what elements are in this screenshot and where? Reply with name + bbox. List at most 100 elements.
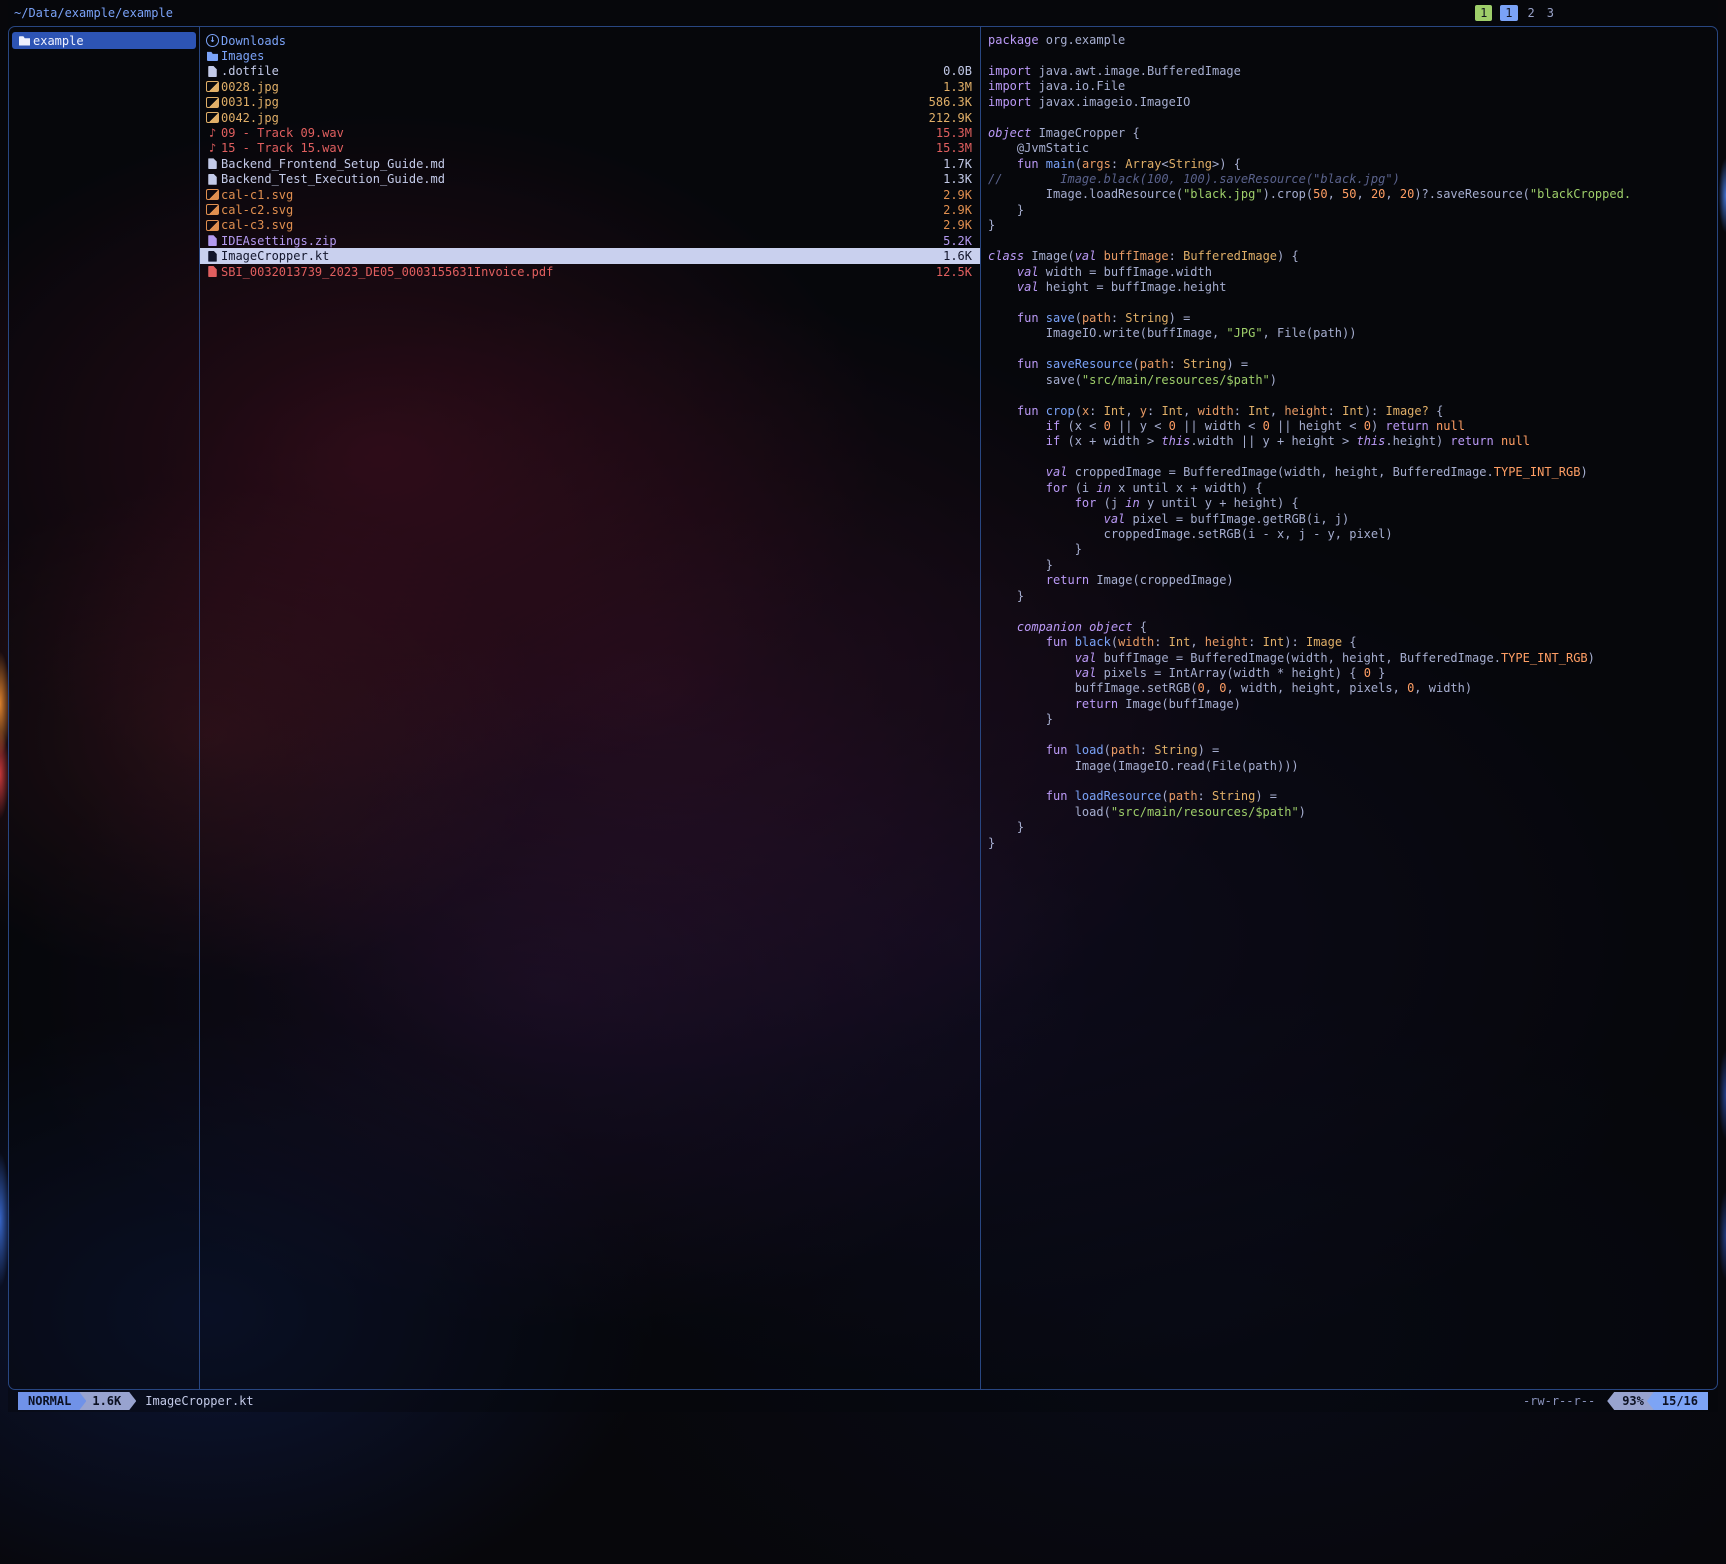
file-name: cal-c2.svg (221, 203, 293, 217)
code-line: croppedImage.setRGB(i - x, j - y, pixel) (988, 527, 1717, 542)
tab-1[interactable]: 1 (1475, 5, 1492, 21)
code-line: companion object { (988, 620, 1717, 635)
code-line (988, 728, 1717, 743)
code-line: import java.awt.image.BufferedImage (988, 64, 1717, 79)
status-bar: NORMAL 1.6K ImageCropper.kt -rw-r--r-- 9… (8, 1390, 1718, 1412)
file-size: 1.3M (931, 80, 972, 94)
code-line: fun loadResource(path: String) = (988, 789, 1717, 804)
file-name: .dotfile (221, 64, 279, 78)
code-line: fun save(path: String) = (988, 311, 1717, 326)
file-name: 15 - Track 15.wav (221, 141, 344, 155)
tab-3[interactable]: 2 (1526, 5, 1537, 21)
code-line: import java.io.File (988, 79, 1717, 94)
file-name: Downloads (221, 34, 286, 48)
parent-pane: example (9, 27, 200, 1389)
code-line: } (988, 712, 1717, 727)
file-size-badge: 1.6K (79, 1392, 136, 1410)
image-folder-icon (204, 49, 221, 63)
code-line (988, 342, 1717, 357)
dir-name: example (33, 34, 84, 48)
code-line (988, 774, 1717, 789)
file-row[interactable]: 09 - Track 09.wav15.3M (200, 125, 980, 140)
file-name: Backend_Test_Execution_Guide.md (221, 172, 445, 186)
file-row[interactable]: cal-c3.svg2.9K (200, 218, 980, 233)
code-line: val croppedImage = BufferedImage(width, … (988, 465, 1717, 480)
image-icon (204, 95, 221, 109)
pdf-icon (204, 265, 221, 279)
parent-dir-item[interactable]: example (12, 32, 196, 49)
code-line: val height = buffImage.height (988, 280, 1717, 295)
code-line: package org.example (988, 33, 1717, 48)
image-icon (204, 203, 221, 217)
code-line: if (x < 0 || y < 0 || width < 0 || heigh… (988, 419, 1717, 434)
code-line: fun crop(x: Int, y: Int, width: Int, hei… (988, 404, 1717, 419)
file-size: 12.5K (924, 265, 972, 279)
file-name: 0028.jpg (221, 80, 279, 94)
code-line: ImageIO.write(buffImage, "JPG", File(pat… (988, 326, 1717, 341)
code-line (988, 450, 1717, 465)
folder-icon (16, 34, 33, 48)
download-icon (204, 34, 221, 48)
mode-badge: NORMAL (18, 1392, 86, 1410)
parent-list: example (12, 32, 196, 49)
code-line: } (988, 558, 1717, 573)
file-row[interactable]: IDEAsettings.zip5.2K (200, 233, 980, 248)
code-line: load("src/main/resources/$path") (988, 805, 1717, 820)
status-file-name: ImageCropper.kt (145, 1394, 253, 1408)
code-line: // Image.black(100, 100).saveResource("b… (988, 172, 1717, 187)
code-line: class Image(val buffImage: BufferedImage… (988, 249, 1717, 264)
file-row[interactable]: Backend_Frontend_Setup_Guide.md1.7K (200, 156, 980, 171)
audio-icon (204, 126, 221, 140)
file-row[interactable]: Backend_Test_Execution_Guide.md1.3K (200, 172, 980, 187)
code-line: val buffImage = BufferedImage(width, hei… (988, 651, 1717, 666)
code-line: buffImage.setRGB(0, 0, width, height, pi… (988, 681, 1717, 696)
image-icon (204, 218, 221, 232)
image-icon (204, 188, 221, 202)
code-line: Image(ImageIO.read(File(path))) (988, 759, 1717, 774)
file-name: ImageCropper.kt (221, 249, 329, 263)
scroll-percent-badge: 93% (1607, 1392, 1654, 1410)
code-line: fun black(width: Int, height: Int): Imag… (988, 635, 1717, 650)
file-name: 09 - Track 09.wav (221, 126, 344, 140)
tab-2[interactable]: 1 (1500, 5, 1517, 21)
archive-icon (204, 234, 221, 248)
desktop-wallpaper: ~/Data/example/example 1123 example Down… (0, 0, 1726, 1564)
code-line: val width = buffImage.width (988, 265, 1717, 280)
file-permissions: -rw-r--r-- (1523, 1394, 1595, 1408)
file-row[interactable]: ImageCropper.kt1.6K (200, 248, 980, 263)
file-row[interactable]: SBI_0032013739_2023_DE05_0003155631Invoi… (200, 264, 980, 279)
code-line: } (988, 589, 1717, 604)
file-row[interactable]: 0042.jpg212.9K (200, 110, 980, 125)
code-line: } (988, 820, 1717, 835)
file-row[interactable]: 0031.jpg586.3K (200, 95, 980, 110)
file-size: 1.7K (931, 157, 972, 171)
code-line: val pixel = buffImage.getRGB(i, j) (988, 512, 1717, 527)
tab-4[interactable]: 3 (1545, 5, 1556, 21)
file-row[interactable]: 0028.jpg 1.3M (200, 79, 980, 94)
file-name: cal-c1.svg (221, 188, 293, 202)
code-line: Image.loadResource("black.jpg").crop(50,… (988, 187, 1717, 202)
code-line: val pixels = IntArray(width * height) { … (988, 666, 1717, 681)
tab-bar: 1123 (1475, 5, 1556, 21)
code-line: return Image(croppedImage) (988, 573, 1717, 588)
code-preview: package org.example import java.awt.imag… (981, 33, 1717, 851)
file-list: DownloadsImages.dotfile0.0B0028.jpg1.3M0… (200, 33, 980, 279)
file-size: 15.3M (924, 141, 972, 155)
code-line: @JvmStatic (988, 141, 1717, 156)
file-size: 0.0B (931, 64, 972, 78)
code-line: return Image(buffImage) (988, 697, 1717, 712)
file-row[interactable]: Images (200, 48, 980, 63)
image-icon (204, 80, 221, 94)
file-row[interactable]: cal-c2.svg2.9K (200, 202, 980, 217)
code-line: object ImageCropper { (988, 126, 1717, 141)
code-line (988, 110, 1717, 125)
file-row[interactable]: .dotfile 0.0B (200, 64, 980, 79)
file-row[interactable]: Downloads (200, 33, 980, 48)
file-name: 0031.jpg (221, 95, 279, 109)
file-row[interactable]: cal-c1.svg2.9K (200, 187, 980, 202)
code-line: import javax.imageio.ImageIO (988, 95, 1717, 110)
code-line (988, 48, 1717, 63)
file-size: 5.2K (931, 234, 972, 248)
file-row[interactable]: 15 - Track 15.wav 15.3M (200, 141, 980, 156)
kotlin-file-icon (204, 249, 221, 263)
